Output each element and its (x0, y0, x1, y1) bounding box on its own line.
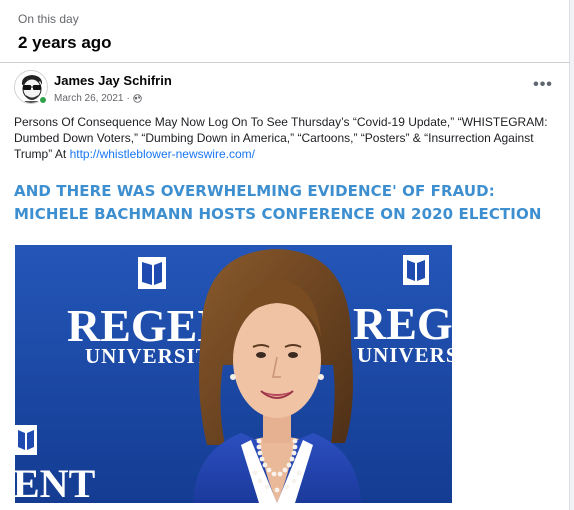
meta-separator: · (126, 93, 130, 104)
post-photo[interactable]: REGEN UNIVERSIT REGE UNIVERS ENT (15, 245, 452, 503)
backdrop-book-icon-right (403, 255, 429, 285)
backdrop-book-icon-left (138, 257, 166, 289)
globe-icon (133, 94, 142, 103)
online-status-dot (38, 95, 48, 105)
headline-line-2: MICHELE BACHMANN HOSTS CONFERENCE ON 202… (14, 205, 542, 223)
post-header: James Jay Schifrin March 26, 2021 · ••• (14, 70, 559, 110)
backdrop-book-icon-bottom (15, 425, 37, 455)
conference-photo: REGEN UNIVERSIT REGE UNIVERS ENT (15, 245, 452, 503)
more-options-button[interactable]: ••• (529, 76, 557, 98)
memory-kicker: On this day (18, 12, 79, 26)
backdrop-word-right: REGE (353, 298, 452, 349)
post-date[interactable]: March 26, 2021 (54, 93, 124, 104)
speaker-figure (193, 249, 361, 503)
memory-header: On this day 2 years ago (18, 12, 112, 53)
backdrop-sub-right: UNIVERS (357, 343, 452, 367)
headline-line-1: AND THERE WAS OVERWHELMING EVIDENCE' OF … (14, 182, 495, 200)
memory-title: 2 years ago (18, 33, 112, 52)
post-link[interactable]: http://whistleblower-newswire.com/ (70, 147, 255, 161)
backdrop-word-bottom: ENT (15, 461, 96, 503)
divider (0, 62, 570, 63)
memory-card: On this day 2 years ago James Jay Schifr… (0, 0, 570, 510)
author-name[interactable]: James Jay Schifrin (54, 73, 172, 88)
post-meta: March 26, 2021 · (54, 93, 142, 104)
shared-image-headline[interactable]: AND THERE WAS OVERWHELMING EVIDENCE' OF … (14, 180, 566, 226)
backdrop-sub-left: UNIVERSIT (85, 344, 211, 368)
post-text: Persons Of Consequence May Now Log On To… (14, 114, 559, 162)
